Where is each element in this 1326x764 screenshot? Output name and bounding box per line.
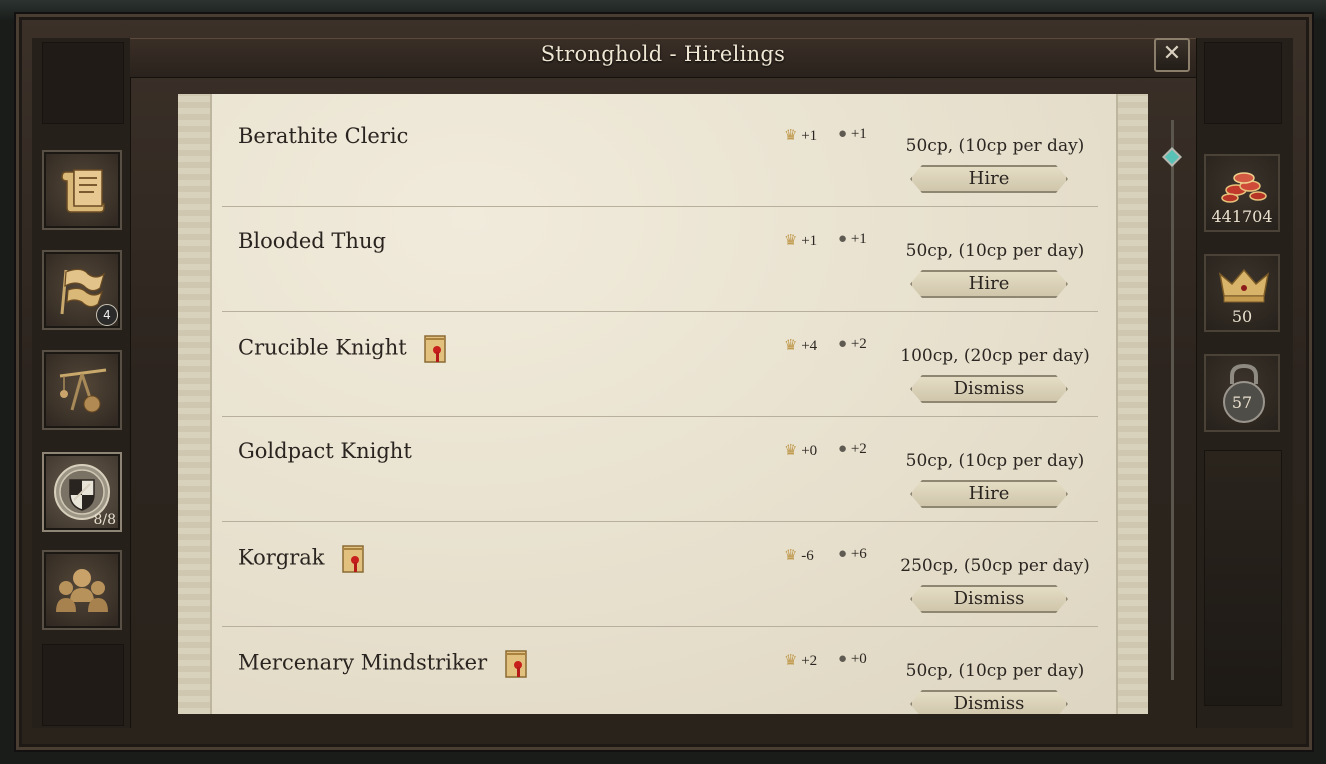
hireling-row: Korgrak ♛ -6 ● +6 250cp, (50cp per day) … <box>222 522 1098 627</box>
hireling-cost: 250cp, (50cp per day) <box>900 556 1090 576</box>
padlock-icon: ● <box>838 546 848 562</box>
prestige-stat: ♛ -6 <box>784 548 814 564</box>
prestige-stat: ♛ +1 <box>784 128 818 144</box>
crown-icon: ♛ <box>784 443 798 459</box>
hireling-row: Blooded Thug ♛ +1 ● +1 50cp, (10cp per d… <box>222 207 1098 312</box>
decorative-panel <box>1204 450 1282 706</box>
dismiss-button[interactable]: Dismiss <box>910 375 1068 403</box>
contract-scroll-icon <box>342 545 364 573</box>
security-stat: ● +1 <box>838 126 867 142</box>
prestige-stat: ♛ +2 <box>784 653 818 669</box>
hireling-row: Goldpact Knight ♛ +0 ● +2 50cp, (10cp pe… <box>222 417 1098 522</box>
dismiss-button[interactable]: Dismiss <box>910 690 1068 714</box>
window-title: Stronghold - Hirelings <box>540 42 786 66</box>
trebuchet-icon <box>59 368 107 413</box>
hire-button[interactable]: Hire <box>910 270 1068 298</box>
security-stat: ● +6 <box>838 546 867 562</box>
security-stat: ● +0 <box>838 651 867 667</box>
hireling-cost: 50cp, (10cp per day) <box>905 661 1085 681</box>
hireling-name: Korgrak <box>238 544 365 574</box>
hireling-count: 8/8 <box>93 512 116 528</box>
contract-scroll-icon <box>424 335 447 363</box>
padlock-icon: ● <box>838 441 848 457</box>
crown-icon <box>1218 268 1270 303</box>
nav-upgrades-button[interactable] <box>42 350 122 430</box>
copper-resource: 441704 <box>1204 154 1280 232</box>
crown-icon: ♛ <box>784 128 798 144</box>
security-stat: ● +2 <box>838 441 867 457</box>
hireling-name: Blooded Thug <box>238 229 386 253</box>
nav-hirelings-button[interactable]: 8/8 <box>42 452 122 532</box>
hireling-name: Goldpact Knight <box>238 439 412 463</box>
crown-icon: ♛ <box>784 653 798 669</box>
hireling-name: Crucible Knight <box>238 334 447 364</box>
people-icon <box>56 569 108 612</box>
hireling-cost: 50cp, (10cp per day) <box>905 241 1085 261</box>
hirelings-list: Berathite Cleric ♛ +1 ● +1 50cp, (10cp p… <box>178 94 1148 714</box>
hireling-row: Berathite Cleric ♛ +1 ● +1 50cp, (10cp p… <box>222 102 1098 207</box>
empty-slot-bottom <box>42 644 124 726</box>
hire-button[interactable]: Hire <box>910 480 1068 508</box>
parchment-border-right <box>1116 94 1148 714</box>
prestige-stat: ♛ +1 <box>784 233 818 249</box>
security-resource: 57 <box>1204 354 1280 432</box>
hireling-cost: 100cp, (20cp per day) <box>900 346 1090 366</box>
parchment-border-left <box>178 94 212 714</box>
list-scrollbar[interactable] <box>1162 100 1182 708</box>
scrollbar-track <box>1171 120 1174 680</box>
hireling-name: Mercenary Mindstriker <box>238 649 528 679</box>
prestige-stat: ♛ +0 <box>784 443 818 459</box>
copper-amount: 441704 <box>1211 207 1273 226</box>
contract-scroll-icon <box>505 650 527 678</box>
security-stat: ● +2 <box>838 336 867 352</box>
nav-journal-button[interactable] <box>42 150 122 230</box>
crown-icon: ♛ <box>784 338 798 354</box>
nav-quests-button[interactable]: 4 <box>42 250 122 330</box>
empty-resource-slot <box>1204 42 1282 124</box>
dismiss-button[interactable]: Dismiss <box>910 585 1068 613</box>
padlock-icon: ● <box>838 651 848 667</box>
scroll-icon <box>61 169 105 213</box>
crown-icon: ♛ <box>784 233 798 249</box>
prestige-amount: 50 <box>1231 307 1253 326</box>
quest-count-badge: 4 <box>96 304 118 326</box>
crown-icon: ♛ <box>784 548 798 564</box>
nav-companions-button[interactable] <box>42 550 122 630</box>
security-amount: 57 <box>1231 393 1253 412</box>
hireling-row: Mercenary Mindstriker ♛ +2 ● +0 50cp, (1… <box>222 627 1098 714</box>
close-button[interactable]: ✕ <box>1154 38 1190 72</box>
padlock-icon: ● <box>838 126 848 142</box>
hireling-cost: 50cp, (10cp per day) <box>905 451 1085 471</box>
empty-slot-top <box>42 42 124 124</box>
hireling-name: Berathite Cleric <box>238 124 409 148</box>
hireling-cost: 50cp, (10cp per day) <box>905 136 1085 156</box>
hireling-row: Crucible Knight ♛ +4 ● +2 100cp, (20cp p… <box>222 312 1098 417</box>
prestige-resource: 50 <box>1204 254 1280 332</box>
padlock-icon: ● <box>838 336 848 352</box>
coin-pile-icon <box>1221 172 1267 203</box>
prestige-stat: ♛ +4 <box>784 338 818 354</box>
scrollbar-thumb[interactable] <box>1162 147 1182 167</box>
security-stat: ● +1 <box>838 231 867 247</box>
padlock-icon: ● <box>838 231 848 247</box>
hire-button[interactable]: Hire <box>910 165 1068 193</box>
